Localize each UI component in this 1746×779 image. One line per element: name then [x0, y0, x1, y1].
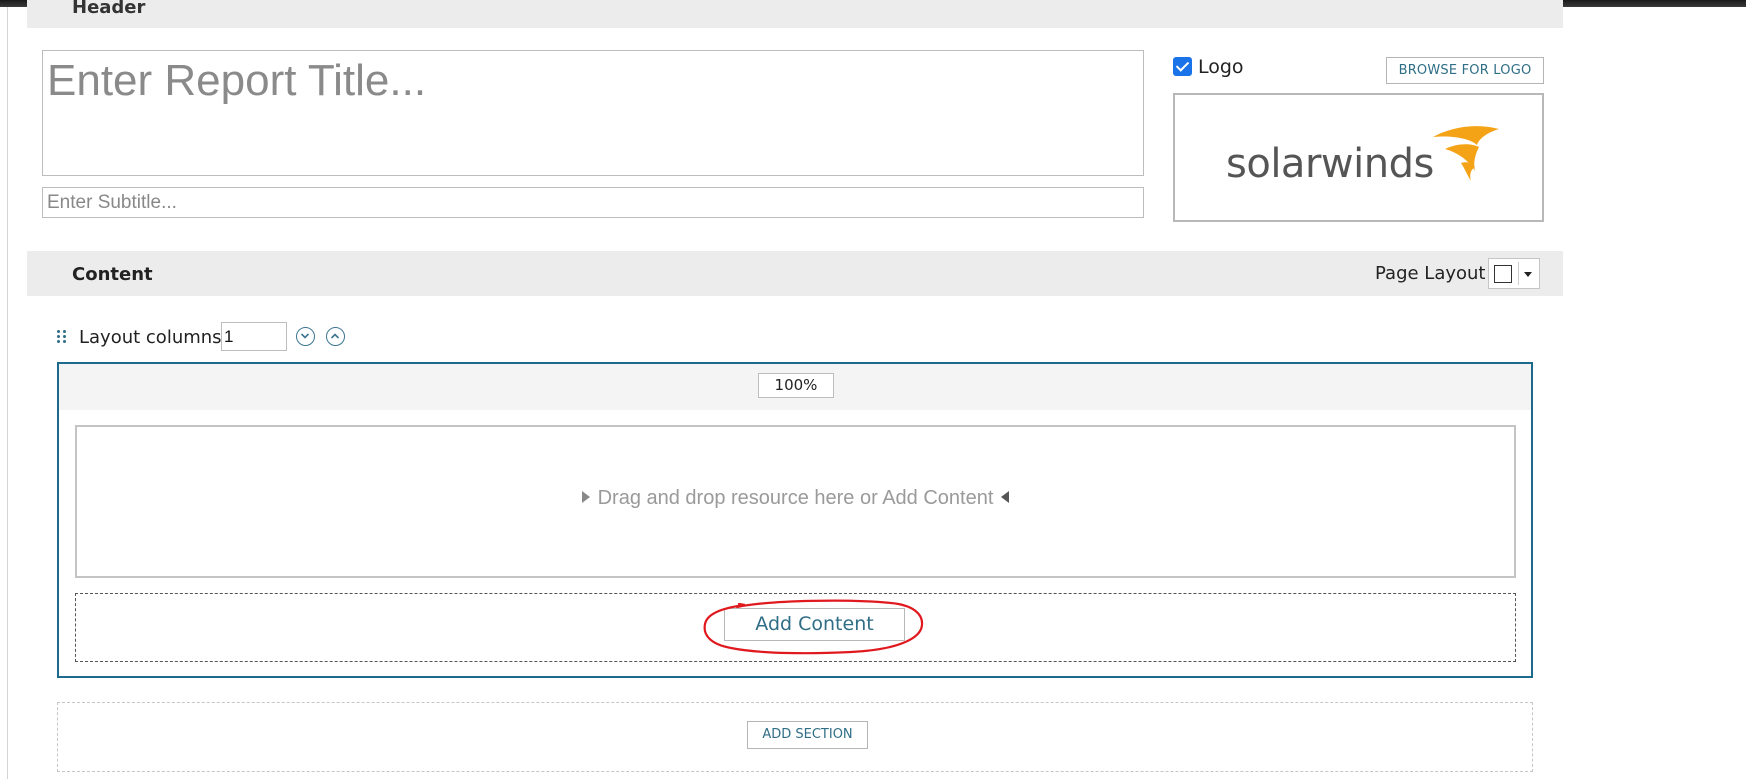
single-column-layout-icon	[1494, 265, 1512, 283]
column-width-input[interactable]: 100%	[758, 373, 834, 398]
layout-columns-input[interactable]	[221, 322, 287, 351]
drop-zone-text: Drag and drop resource here or Add Conte…	[597, 487, 994, 509]
column-width-strip: 100%	[59, 364, 1531, 410]
left-divider	[7, 7, 8, 779]
content-section-title: Content	[72, 264, 153, 285]
page-layout-dropdown[interactable]	[1488, 258, 1540, 289]
logo-checkbox[interactable]	[1173, 57, 1192, 76]
report-title-box[interactable]	[42, 50, 1144, 176]
chevron-down-icon	[300, 333, 310, 339]
drop-zone-hint: Drag and drop resource here or Add Conte…	[77, 487, 1514, 510]
page-layout-label: Page Layout	[1375, 263, 1486, 284]
layout-section: 100% Drag and drop resource here or Add …	[57, 362, 1533, 678]
report-title-input[interactable]	[47, 55, 1137, 107]
chevron-up-icon	[330, 333, 340, 339]
solarwinds-flame-icon	[1433, 126, 1499, 181]
arrow-left-icon	[1001, 490, 1010, 503]
content-section-bar: Content Page Layout	[27, 251, 1563, 296]
add-content-zone: Add Content	[75, 593, 1516, 662]
logo-checkbox-label: Logo	[1198, 56, 1244, 78]
logo-preview: solarwinds	[1173, 93, 1544, 222]
drag-handle-icon[interactable]	[57, 330, 67, 344]
add-section-button[interactable]: ADD SECTION	[747, 721, 868, 749]
resource-drop-zone[interactable]: Drag and drop resource here or Add Conte…	[75, 425, 1516, 578]
header-section-bar: Header	[27, 0, 1563, 28]
arrow-right-icon	[581, 490, 590, 503]
solarwinds-logo-text: solarwinds	[1226, 141, 1434, 187]
chevron-down-icon	[1524, 272, 1532, 277]
browse-for-logo-button[interactable]: BROWSE FOR LOGO	[1386, 57, 1544, 84]
report-subtitle-input[interactable]	[42, 187, 1144, 218]
layout-columns-label: Layout columns	[79, 327, 222, 348]
dropdown-separator	[1518, 262, 1519, 285]
add-section-zone: ADD SECTION	[57, 702, 1533, 772]
increase-columns-button[interactable]	[326, 327, 345, 346]
add-content-button[interactable]: Add Content	[724, 608, 905, 641]
decrease-columns-button[interactable]	[296, 327, 315, 346]
header-section-title: Header	[72, 0, 146, 18]
